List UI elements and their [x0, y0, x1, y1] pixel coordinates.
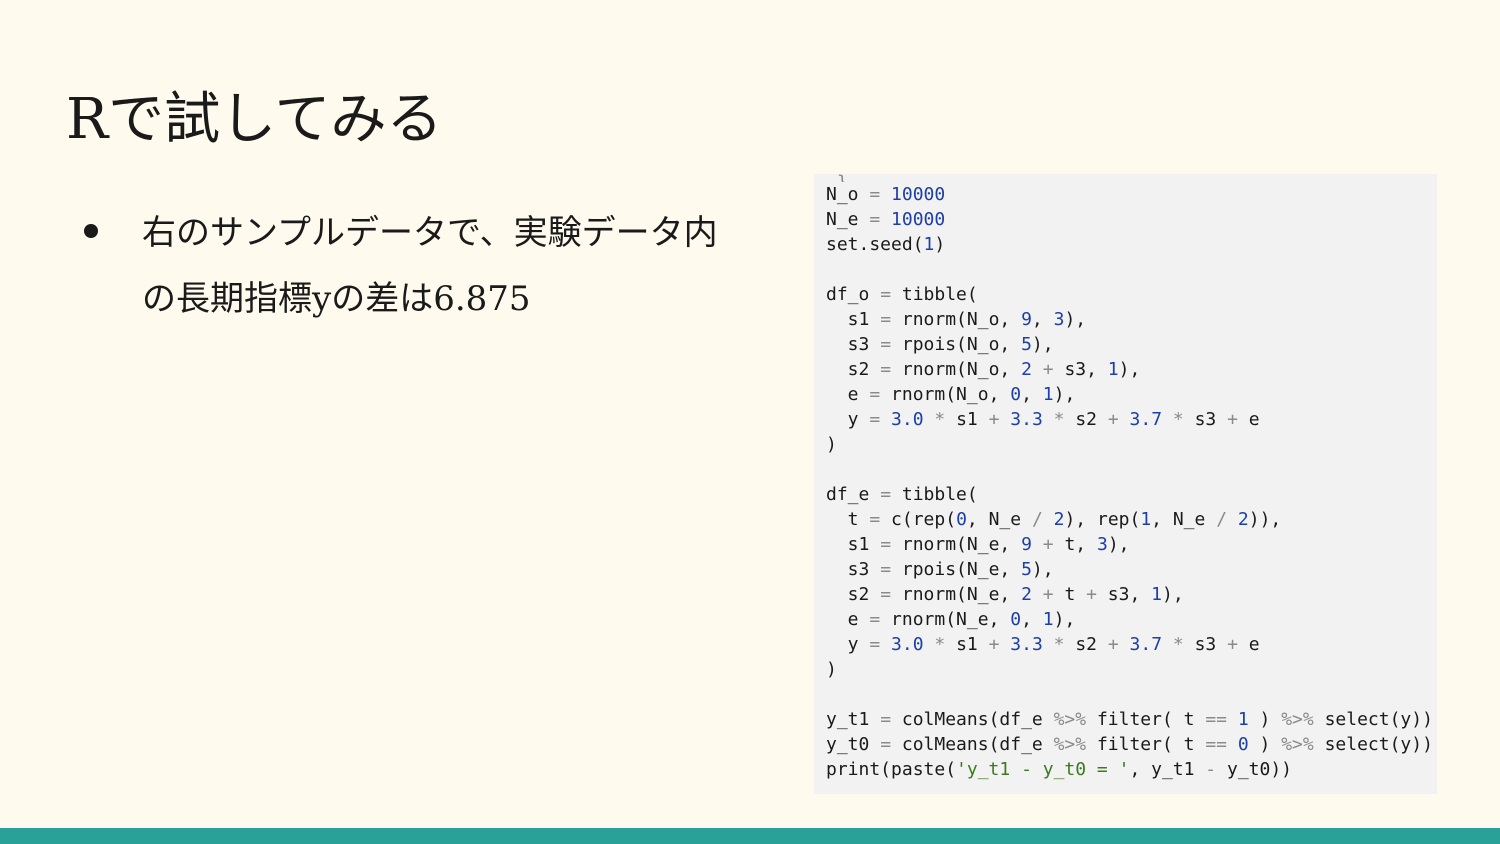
code-line: e = rnorm(N_e, 0, 1),	[826, 609, 1076, 630]
bullet-item: 右のサンプルデータで、実験データ内 の長期指標yの差は6.875	[80, 200, 780, 332]
code-line: df_e = tibble(	[826, 484, 978, 505]
bullet-list: 右のサンプルデータで、実験データ内 の長期指標yの差は6.875	[80, 200, 780, 332]
code-line: s1 = rnorm(N_e, 9 + t, 3),	[826, 534, 1130, 555]
code-line: s2 = rnorm(N_o, 2 + s3, 1),	[826, 359, 1141, 380]
code-line: y = 3.0 * s1 + 3.3 * s2 + 3.7 * s3 + e	[826, 409, 1260, 430]
code-line: df_o = tibble(	[826, 284, 978, 305]
code-line: N_o = 10000	[826, 184, 946, 205]
code-line: e = rnorm(N_o, 0, 1),	[826, 384, 1076, 405]
code-block: } N_o = 10000 N_e = 10000 set.seed(1) df_o …	[814, 174, 1433, 782]
code-line: s2 = rnorm(N_e, 2 + t + s3, 1),	[826, 584, 1184, 605]
code-line: s3 = rpois(N_o, 5),	[826, 334, 1054, 355]
code-line: set.seed(1)	[826, 234, 946, 255]
code-line-partial: }	[826, 174, 1433, 182]
footer-bar	[0, 828, 1500, 844]
bullet-text-line-2: の長期指標yの差は6.875	[142, 279, 531, 319]
bullet-text-line-1: 右のサンプルデータで、実験データ内	[142, 213, 718, 253]
code-line: s3 = rpois(N_e, 5),	[826, 559, 1054, 580]
code-line: y_t1 = colMeans(df_e %>% filter( t == 1 …	[826, 709, 1433, 730]
code-line: N_e = 10000	[826, 209, 946, 230]
code-line: )	[826, 434, 837, 455]
code-line: s1 = rnorm(N_o, 9, 3),	[826, 309, 1087, 330]
code-panel: } N_o = 10000 N_e = 10000 set.seed(1) df_o …	[814, 174, 1437, 794]
bullet-dot-icon	[84, 224, 98, 238]
code-line: print(paste('y_t1 - y_t0 = ', y_t1 - y_t…	[826, 759, 1292, 780]
slide-title: Rで試してみる	[66, 87, 443, 152]
code-line: t = c(rep(0, N_e / 2), rep(1, N_e / 2)),	[826, 509, 1282, 530]
code-line: y_t0 = colMeans(df_e %>% filter( t == 0 …	[826, 734, 1433, 755]
code-line: )	[826, 659, 837, 680]
code-line: y = 3.0 * s1 + 3.3 * s2 + 3.7 * s3 + e	[826, 634, 1260, 655]
